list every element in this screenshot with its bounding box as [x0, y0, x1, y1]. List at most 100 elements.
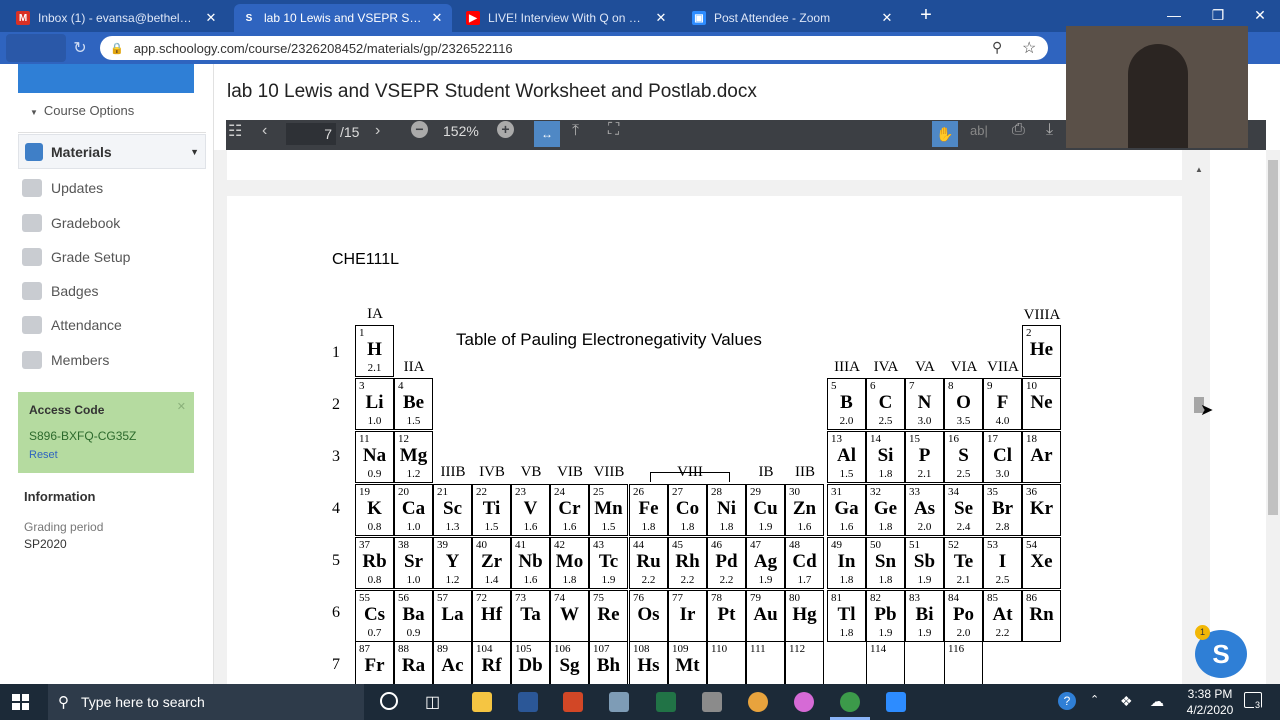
word-icon[interactable] [518, 692, 538, 712]
sidebar-item-materials[interactable]: Materials ▼ [18, 134, 206, 169]
text-select-icon[interactable]: ab| [970, 123, 988, 138]
excel-icon[interactable] [656, 692, 676, 712]
fit-width-icon[interactable]: ↔ [534, 121, 560, 147]
tab-close-icon[interactable]: ✕ [654, 10, 668, 26]
page-scrollbar-thumb[interactable] [1268, 160, 1278, 515]
electronegativity-value: 2.2 [719, 574, 734, 586]
help-icon[interactable]: ? [1058, 692, 1076, 710]
element-number: 107 [593, 643, 610, 655]
element-symbol: Ba [402, 604, 425, 625]
element-cell: 11 Na 0.9 [355, 431, 394, 483]
next-page-button[interactable]: › [375, 122, 380, 140]
person-silhouette [1128, 44, 1188, 148]
zoom-level[interactable]: 152% [443, 123, 479, 139]
reload-icon[interactable]: ↻ [70, 38, 90, 58]
element-symbol: H [367, 339, 382, 360]
taskbar-search-box[interactable]: ⚲ Type here to search [48, 684, 364, 720]
close-icon[interactable]: ✕ [177, 400, 186, 413]
fullscreen-icon[interactable]: ⛶ [608, 121, 619, 139]
chrome-icon[interactable] [840, 692, 860, 712]
electronegativity-value: 1.9 [758, 521, 773, 533]
sidebar-item-updates[interactable]: Updates [22, 179, 103, 197]
scroll-up-arrow[interactable]: ▲ [1195, 165, 1203, 174]
windows-start-icon[interactable] [12, 694, 29, 710]
element-symbol: La [441, 604, 464, 625]
electronegativity-value: 2.0 [917, 521, 932, 533]
sidebar-item-attendance[interactable]: Attendance [22, 316, 122, 334]
tab-close-icon[interactable]: ✕ [430, 10, 444, 26]
grading-period-label: Grading period [24, 520, 104, 534]
reset-link[interactable]: Reset [29, 449, 58, 461]
electronegativity-value: 2.5 [878, 415, 893, 427]
task-view-icon[interactable]: ◫ [425, 692, 440, 712]
snip-tool-icon[interactable] [609, 692, 629, 712]
element-number: 23 [515, 486, 526, 498]
browser-tab[interactable]: ▣ Post Attendee - Zoom ✕ [684, 4, 902, 32]
element-number: 35 [987, 486, 998, 498]
previous-page-button[interactable]: ‹ [262, 122, 267, 140]
element-number: 109 [672, 643, 689, 655]
element-cell: 77 Ir [668, 590, 707, 642]
element-number: 82 [870, 592, 881, 604]
tray-chevron-icon[interactable]: ⌃ [1090, 693, 1099, 706]
fit-page-icon[interactable]: ⤒ [572, 122, 579, 140]
electronegativity-value: 1.6 [523, 574, 538, 586]
clock-date[interactable]: 4/2/2020 [1182, 703, 1238, 717]
dropbox-icon[interactable]: ❖ [1120, 693, 1133, 710]
tab-title: LIVE! Interview With Q on Rights [488, 11, 648, 25]
grading-period-value: SP2020 [24, 537, 67, 551]
profile-icon[interactable] [6, 34, 66, 62]
sidebar-item-members[interactable]: Members [22, 351, 109, 369]
element-cell: 45 Rh 2.2 [668, 537, 707, 589]
course-options-link[interactable]: ▼ Course Options [30, 103, 134, 118]
tab-close-icon[interactable]: ✕ [204, 10, 218, 26]
element-number: 106 [554, 643, 571, 655]
page-number-input[interactable]: 7 [286, 123, 336, 145]
address-bar[interactable]: 🔒 app.schoology.com/course/2326208452/ma… [100, 36, 1048, 60]
zoom-out-button[interactable]: − [411, 121, 428, 138]
electronegativity-value: 1.5 [484, 521, 499, 533]
new-tab-button[interactable]: + [915, 4, 937, 26]
materials-icon [25, 142, 43, 161]
powerpoint-icon[interactable] [563, 692, 583, 712]
browser-tab[interactable]: Slab 10 Lewis and VSEPR Student ✕ [234, 4, 452, 32]
element-symbol: Sb [913, 551, 936, 572]
clock-time[interactable]: 3:38 PM [1182, 687, 1238, 701]
element-number: 31 [831, 486, 842, 498]
zoom-in-button[interactable]: + [497, 121, 514, 138]
download-icon[interactable]: ⤓ [1046, 121, 1053, 139]
element-number: 76 [633, 592, 644, 604]
element-number: 19 [359, 486, 370, 498]
element-number: 111 [750, 643, 766, 655]
zoom-lens-icon[interactable]: ⚲ [992, 39, 1002, 56]
hand-tool-icon[interactable]: ✋ [932, 121, 958, 147]
bookmark-star-icon[interactable]: ☆ [1022, 38, 1036, 58]
browser-tab[interactable]: M Inbox (1) - evansa@bethelu.edu ✕ [8, 4, 226, 32]
group-label: VIIIA [1023, 307, 1061, 323]
itunes-icon[interactable] [794, 692, 814, 712]
onedrive-icon[interactable]: ☁ [1150, 693, 1164, 710]
file-explorer-icon[interactable] [472, 692, 492, 712]
element-number: 17 [987, 433, 998, 445]
sidebar-item-label: Attendance [51, 317, 122, 333]
cortana-icon[interactable] [380, 692, 398, 710]
electronegativity-value: 0.9 [367, 468, 382, 480]
electronegativity-value: 1.8 [680, 521, 695, 533]
element-number: 50 [870, 539, 881, 551]
tab-close-icon[interactable]: ✕ [880, 10, 894, 26]
viewer-scrollbar[interactable] [1190, 160, 1208, 684]
sidebar-item-grade-setup[interactable]: Grade Setup [22, 248, 130, 266]
element-cell: 23 V 1.6 [511, 484, 550, 536]
electronegativity-value: 2.1 [917, 468, 932, 480]
element-symbol: Re [597, 604, 620, 625]
sidebar-item-gradebook[interactable]: Gradebook [22, 214, 120, 232]
chrome-alt-icon[interactable] [748, 692, 768, 712]
electronegativity-value: 1.2 [445, 574, 460, 586]
sidebar-item-badges[interactable]: Badges [22, 282, 98, 300]
sidebar-toggle-icon[interactable]: ☷ [228, 121, 242, 141]
browser-tab[interactable]: ▶ LIVE! Interview With Q on Rights ✕ [458, 4, 676, 32]
print-icon[interactable]: ⎙ [1012, 121, 1025, 139]
zoom-app-icon[interactable] [886, 692, 906, 712]
pen-tool-icon[interactable] [702, 692, 722, 712]
element-symbol: F [996, 392, 1009, 413]
